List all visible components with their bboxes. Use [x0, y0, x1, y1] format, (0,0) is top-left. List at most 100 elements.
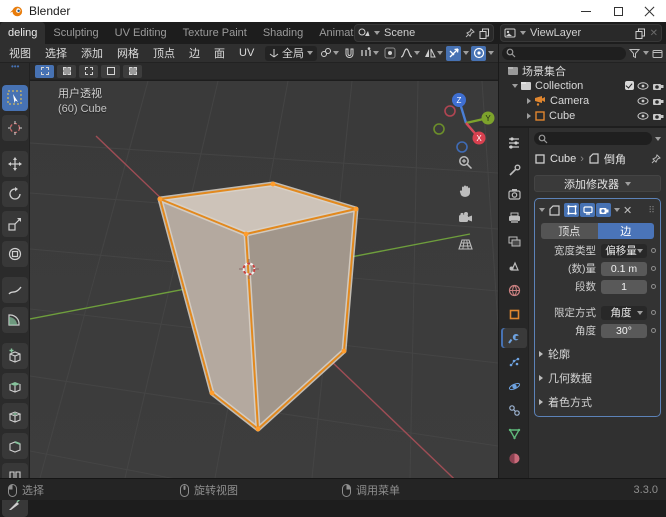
- menu-view[interactable]: 视图: [2, 45, 38, 61]
- snap-settings-dropdown[interactable]: [359, 46, 380, 61]
- render-display-toggle[interactable]: [596, 203, 611, 217]
- disable-render-camera-icon[interactable]: [652, 111, 664, 121]
- zoom-button[interactable]: [454, 151, 476, 173]
- minimize-button[interactable]: [570, 0, 602, 22]
- pivot-point-dropdown[interactable]: [319, 46, 340, 61]
- affect-vertices-button[interactable]: 顶点: [541, 223, 598, 239]
- viewlayer-selector[interactable]: ViewLayer ✕: [500, 24, 662, 42]
- outliner-row-camera[interactable]: Camera: [499, 93, 666, 108]
- animate-dot-icon[interactable]: [651, 284, 656, 289]
- tab-physics[interactable]: [501, 376, 527, 396]
- remove-viewlayer-icon[interactable]: ✕: [650, 28, 658, 39]
- hide-eye-icon[interactable]: [637, 96, 649, 106]
- maximize-button[interactable]: [602, 0, 634, 22]
- amount-field[interactable]: 0.1 m: [601, 261, 647, 276]
- editor-type-button[interactable]: [501, 132, 527, 152]
- pin-icon[interactable]: [465, 28, 475, 38]
- edit-mode-display-toggle[interactable]: [564, 203, 579, 217]
- realtime-display-toggle[interactable]: [580, 203, 595, 217]
- disable-render-camera-icon[interactable]: [652, 96, 664, 106]
- overlays-settings-chevron-icon[interactable]: [488, 51, 494, 55]
- close-button[interactable]: [634, 0, 666, 22]
- breadcrumb-modifier[interactable]: 倒角: [604, 151, 626, 167]
- section-shading[interactable]: 着色方式: [539, 394, 656, 410]
- scene-selector[interactable]: Scene: [354, 24, 494, 42]
- modifier-extras-chevron-icon[interactable]: [614, 208, 620, 212]
- menu-mesh[interactable]: 网格: [110, 45, 146, 61]
- measure-tool[interactable]: [2, 307, 28, 333]
- transform-tool[interactable]: [2, 241, 28, 267]
- workspace-tab-modeling[interactable]: deling: [0, 22, 46, 44]
- animate-dot-icon[interactable]: [651, 328, 656, 333]
- falloff-dropdown[interactable]: [399, 46, 421, 61]
- viewlayer-dropdown-icon[interactable]: [520, 31, 526, 35]
- 3d-viewport[interactable]: Z Y X 用户透视 (60) Cube: [30, 81, 498, 478]
- new-viewlayer-copy-icon[interactable]: [635, 28, 646, 39]
- annotate-tool[interactable]: [2, 277, 28, 303]
- animate-dot-icon[interactable]: [651, 310, 656, 315]
- show-gizmo-toggle[interactable]: [446, 45, 461, 61]
- segments-field[interactable]: 1: [601, 279, 647, 294]
- axis-neg-y-handle[interactable]: [433, 123, 445, 135]
- properties-options-chevron-icon[interactable]: [655, 136, 661, 141]
- width-type-dropdown[interactable]: 偏移量: [601, 243, 647, 258]
- menu-add[interactable]: 添加: [74, 45, 110, 61]
- select-mode-set-button[interactable]: [35, 64, 54, 78]
- disable-render-camera-icon[interactable]: [652, 81, 664, 91]
- animate-dot-icon[interactable]: [651, 266, 656, 271]
- section-profile[interactable]: 轮廓: [539, 346, 656, 362]
- outliner-row-scene-collection[interactable]: 场景集合: [499, 63, 666, 78]
- hide-eye-icon[interactable]: [637, 111, 649, 121]
- limit-method-dropdown[interactable]: 角度: [601, 305, 647, 320]
- expand-icon[interactable]: [512, 83, 518, 88]
- scene-dropdown-icon[interactable]: [374, 31, 380, 35]
- tab-constraints[interactable]: [501, 400, 527, 420]
- tab-render[interactable]: [501, 184, 527, 204]
- show-overlays-toggle[interactable]: [471, 45, 486, 61]
- tab-modifiers[interactable]: [501, 328, 527, 348]
- camera-view-button[interactable]: [454, 207, 476, 229]
- scale-tool[interactable]: [2, 211, 28, 237]
- pan-button[interactable]: [454, 180, 476, 202]
- transform-orientation-dropdown[interactable]: 全局: [265, 45, 317, 61]
- hide-eye-icon[interactable]: [637, 81, 649, 91]
- filter-chevron-icon[interactable]: [643, 51, 649, 55]
- select-mode-extend-button[interactable]: [57, 64, 76, 78]
- menu-vertex[interactable]: 顶点: [146, 45, 182, 61]
- inset-faces-tool[interactable]: [2, 403, 28, 429]
- snap-toggle[interactable]: [342, 46, 357, 61]
- breadcrumb-object[interactable]: Cube: [550, 153, 576, 165]
- tab-world[interactable]: [501, 280, 527, 300]
- filter-icon[interactable]: [629, 48, 640, 59]
- new-scene-copy-icon[interactable]: [479, 28, 490, 39]
- menu-edge[interactable]: 边: [182, 45, 207, 61]
- workspace-tab-texture-paint[interactable]: Texture Paint: [175, 22, 255, 44]
- add-cube-tool[interactable]: [2, 343, 28, 369]
- expand-icon[interactable]: [527, 97, 531, 104]
- toggle-perspective-button[interactable]: [454, 233, 476, 255]
- tab-material[interactable]: [501, 448, 527, 468]
- toolbar-drag-handle[interactable]: •••: [11, 63, 19, 71]
- tab-object[interactable]: [501, 304, 527, 324]
- menu-face[interactable]: 面: [207, 45, 232, 61]
- select-mode-subtract-button[interactable]: [79, 64, 98, 78]
- tab-tool[interactable]: [501, 160, 527, 180]
- select-mode-intersect-button[interactable]: [123, 64, 142, 78]
- angle-field[interactable]: 30°: [601, 323, 647, 338]
- tab-particles[interactable]: [501, 352, 527, 372]
- proportional-editing-toggle[interactable]: [382, 46, 397, 61]
- menu-uv[interactable]: UV: [232, 47, 261, 59]
- move-tool[interactable]: [2, 151, 28, 177]
- mesh-mirror-dropdown[interactable]: [423, 46, 444, 61]
- cursor-tool[interactable]: [2, 115, 28, 141]
- rotate-tool[interactable]: [2, 181, 28, 207]
- workspace-tab-uv-editing[interactable]: UV Editing: [107, 22, 175, 44]
- affect-edges-button[interactable]: 边: [597, 223, 654, 239]
- tab-object-data[interactable]: [501, 424, 527, 444]
- new-collection-icon[interactable]: [652, 48, 663, 59]
- animate-dot-icon[interactable]: [651, 248, 656, 253]
- properties-search-input[interactable]: [534, 132, 652, 145]
- workspace-tab-sculpting[interactable]: Sculpting: [45, 22, 106, 44]
- drag-handle-icon[interactable]: ⠿: [648, 205, 656, 216]
- tab-scene[interactable]: [501, 256, 527, 276]
